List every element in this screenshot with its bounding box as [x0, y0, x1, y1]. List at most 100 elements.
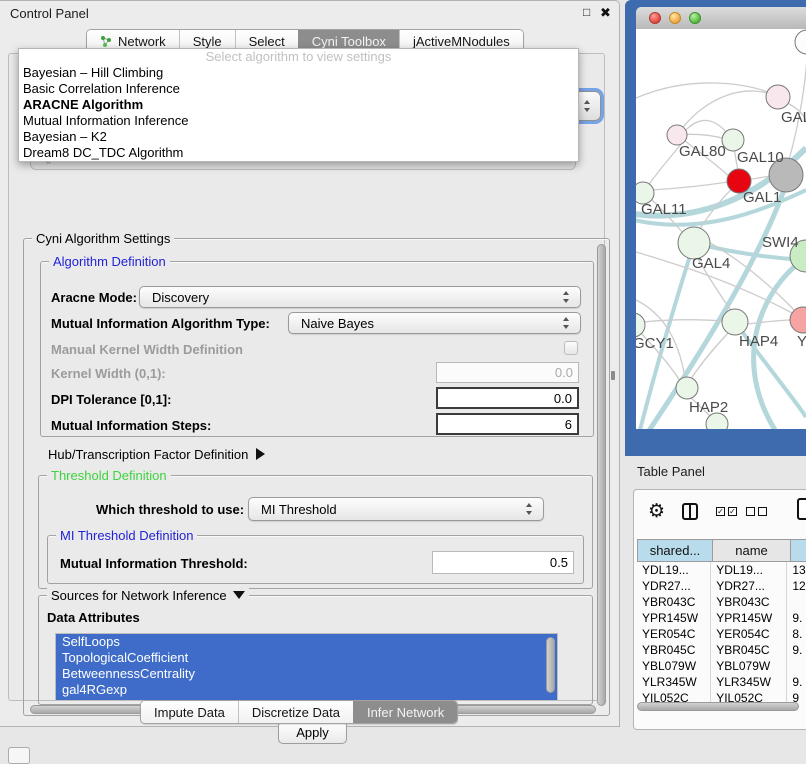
data-attributes-label: Data Attributes	[47, 610, 140, 625]
table-cell: YLR345W	[637, 674, 711, 690]
minimize-traffic-light-icon[interactable]	[669, 12, 681, 24]
cyni-settings-title: Cyni Algorithm Settings	[32, 231, 174, 246]
table-row[interactable]: YDR27...YDR27...12	[637, 578, 806, 594]
algorithm-option-mutual-information-inference[interactable]: Mutual Information Inference	[19, 113, 578, 129]
column-header-hidden[interactable]	[791, 539, 806, 562]
table-row[interactable]: YDL19...YDL19...13	[637, 562, 806, 578]
chevron-down-icon	[233, 591, 245, 599]
settings-vertical-scrollbar[interactable]	[597, 244, 606, 706]
attribute-item-betweennesscentrality[interactable]: BetweennessCentrality	[56, 666, 557, 682]
network-edge[interactable]	[677, 91, 778, 135]
node-label-gal-partial: GAL	[781, 109, 806, 126]
which-threshold-select[interactable]: MI Threshold	[248, 497, 544, 521]
mi-type-select[interactable]: Naive Bayes	[288, 312, 581, 334]
mi-threshold-label: Mutual Information Threshold:	[60, 556, 248, 571]
table-cell: YDL19...	[637, 562, 711, 578]
control-panel-window: Control Panel □ ✖ NetworkStyleSelectCyni…	[0, 0, 620, 727]
network-edge[interactable]	[651, 182, 728, 190]
network-node-gal80[interactable]	[667, 125, 687, 145]
table-row[interactable]: YER054CYER054C8.	[637, 626, 806, 642]
table-horizontal-scrollbar[interactable]	[637, 702, 799, 711]
popup-items: Bayesian – Hill ClimbingBasic Correlatio…	[19, 65, 578, 161]
apply-button[interactable]: Apply	[278, 721, 347, 744]
select-all-checks-icon[interactable]: ✓✓	[716, 507, 737, 516]
float-window-icon[interactable]: □	[583, 5, 590, 19]
network-node-gal-partial[interactable]	[766, 85, 790, 109]
table-cell: 9.	[787, 610, 806, 626]
which-threshold-value: MI Threshold	[261, 502, 337, 517]
mi-steps-field[interactable]: 6	[436, 413, 579, 435]
network-node-gcy1[interactable]	[636, 313, 645, 337]
mi-steps-label: Mutual Information Steps:	[51, 418, 211, 433]
table-toolbar: ⚙ ✓✓	[634, 490, 806, 536]
deselect-all-checks-icon[interactable]	[746, 507, 767, 516]
network-edge[interactable]	[648, 143, 682, 186]
attributes-list-scrollbar[interactable]	[546, 637, 555, 693]
algorithm-option-bayesian-hill-climbing[interactable]: Bayesian – Hill Climbing	[19, 65, 578, 81]
algorithm-select-popup: Select algorithm to view settings Bayesi…	[18, 48, 579, 162]
network-node-hap4[interactable]	[722, 309, 748, 335]
algorithm-option-bayesian-k2[interactable]: Bayesian – K2	[19, 129, 578, 145]
table-row[interactable]: YPR145WYPR145W9.	[637, 610, 806, 626]
tab-label: Select	[249, 34, 285, 49]
close-icon[interactable]: ✖	[600, 5, 611, 21]
table-cell: YBL079W	[711, 658, 787, 674]
network-edge[interactable]	[686, 120, 726, 132]
network-window-titlebar[interactable]	[636, 7, 806, 30]
node-label-gcy1: GCY1	[636, 335, 674, 352]
column-header-name[interactable]: name	[713, 539, 791, 562]
network-edge[interactable]	[747, 320, 792, 324]
algorithm-option-basic-correlation-inference[interactable]: Basic Correlation Inference	[19, 81, 578, 97]
table-cell: YER054C	[711, 626, 787, 642]
tab-impute-data[interactable]: Impute Data	[141, 701, 238, 723]
sources-title-text: Sources for Network Inference	[51, 588, 227, 603]
table-rows: YDL19...YDL19...13YDR27...YDR27...12YBR0…	[637, 562, 806, 706]
network-edge[interactable]	[644, 320, 724, 322]
attribute-item-gal4rgexp[interactable]: gal4RGexp	[56, 682, 557, 698]
close-traffic-light-icon[interactable]	[649, 12, 661, 24]
hub-definition-toggle[interactable]: Hub/Transcription Factor Definition	[48, 447, 265, 462]
algorithm-option-dream8-dc-tdc-algorithm[interactable]: Dream8 DC_TDC Algorithm	[19, 145, 578, 161]
algorithm-definition-group: Algorithm Definition Aracne Mode: Discov…	[40, 261, 594, 437]
sources-title[interactable]: Sources for Network Inference	[47, 588, 249, 603]
mi-threshold-definition-group: MI Threshold Definition Mutual Informati…	[47, 535, 584, 584]
table-row[interactable]: YBR043CYBR043C	[637, 594, 806, 610]
table-panel-title: Table Panel	[637, 464, 705, 479]
columns-icon[interactable]	[682, 503, 698, 520]
tab-infer-network[interactable]: Infer Network	[353, 701, 457, 723]
table-row[interactable]: YLR345WYLR345W9.	[637, 674, 806, 690]
algorithm-option-aracne-algorithm[interactable]: ARACNE Algorithm	[19, 97, 578, 113]
tab-discretize-data[interactable]: Discretize Data	[238, 701, 353, 723]
table-cell	[787, 658, 806, 674]
table-cell: YBL079W	[637, 658, 711, 674]
network-node-hap2[interactable]	[676, 377, 698, 399]
collapsed-panel-icon[interactable]	[8, 747, 30, 764]
kernel-width-label: Kernel Width (0,1):	[51, 366, 166, 381]
network-node-y-partial[interactable]	[790, 307, 806, 333]
kernel-width-field[interactable]: 0.0	[436, 362, 579, 383]
dpi-tolerance-field[interactable]: 0.0	[436, 387, 579, 409]
tab-label: Cyni Toolbox	[312, 34, 386, 49]
data-attributes-list[interactable]: SelfLoopsTopologicalCoefficientBetweenne…	[55, 633, 558, 701]
table-row[interactable]: YBL079WYBL079W	[637, 658, 806, 674]
network-view-window: GALGAL80GAL10GAL1GAL11GAL4SWI4GCY1HAP4YH…	[625, 0, 806, 456]
zoom-traffic-light-icon[interactable]	[689, 12, 701, 24]
attribute-item-selfloops[interactable]: SelfLoops	[56, 634, 557, 650]
table-cell: YDL19...	[711, 562, 787, 578]
table-cell: YDR27...	[637, 578, 711, 594]
aracne-mode-select[interactable]: Discovery	[139, 286, 581, 308]
spinner-arrows-icon	[563, 291, 570, 303]
manual-kernel-checkbox[interactable]	[564, 341, 578, 355]
spinner-arrows-icon	[563, 317, 570, 329]
table-row[interactable]: YBR045CYBR045C9.	[637, 642, 806, 658]
attribute-item-topologicalcoefficient[interactable]: TopologicalCoefficient	[56, 650, 557, 666]
column-header-shared[interactable]: shared...	[637, 539, 713, 562]
tab-label: Network	[118, 34, 166, 49]
network-node-unnamed-top[interactable]	[795, 30, 806, 54]
document-icon[interactable]	[797, 498, 806, 520]
splitter-handle[interactable]	[611, 371, 615, 380]
mi-threshold-field[interactable]: 0.5	[432, 551, 574, 574]
gear-icon[interactable]: ⚙	[648, 500, 665, 523]
network-canvas[interactable]: GALGAL80GAL10GAL1GAL11GAL4SWI4GCY1HAP4YH…	[636, 29, 806, 429]
network-edge[interactable]	[789, 55, 806, 160]
